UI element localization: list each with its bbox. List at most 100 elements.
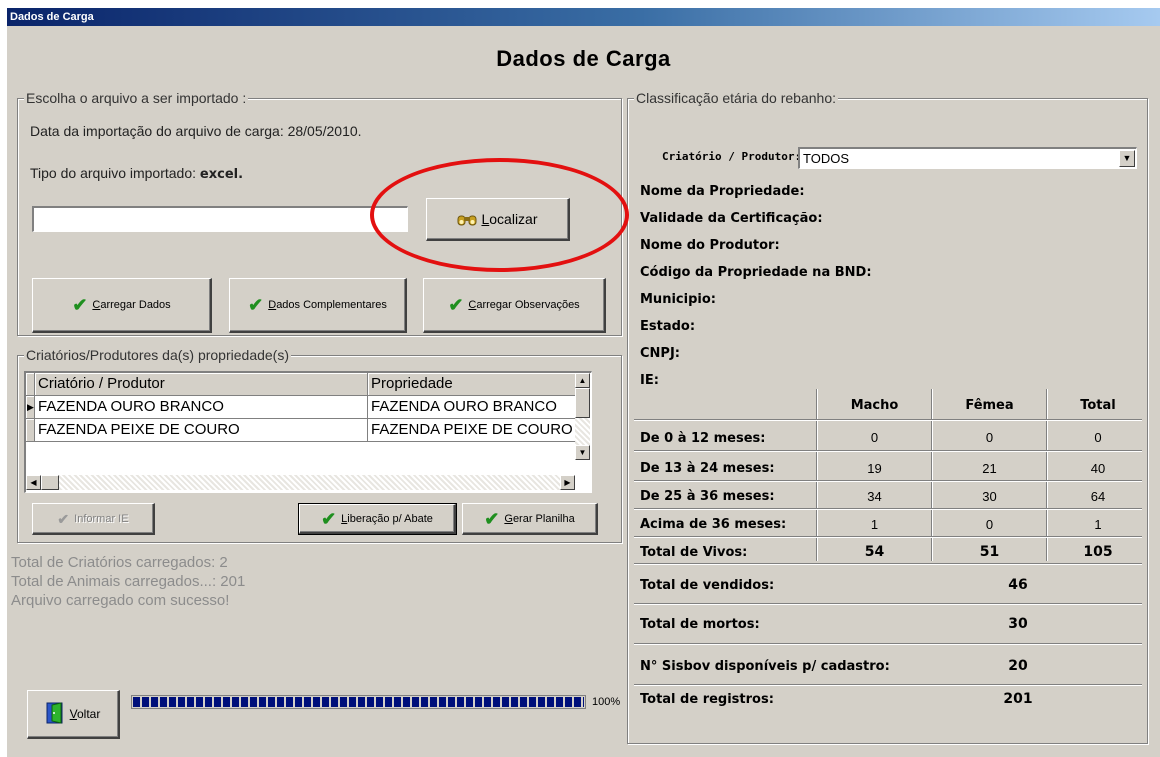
age-row-label: De 13 à 24 meses:	[640, 461, 775, 476]
field-municipio: Municipio:	[640, 292, 716, 307]
grid-cell-propriedade[interactable]: FAZENDA OURO BRANCO	[368, 396, 590, 419]
table-rule	[634, 684, 1142, 686]
status-message: Arquivo carregado com sucesso!	[11, 592, 230, 609]
app-window: Dados de Carga Dados de Carga Escolha o …	[7, 8, 1160, 757]
file-type-label: Tipo do arquivo importado:	[30, 165, 197, 181]
generate-sheet-label: Gerar Planilha	[504, 512, 575, 525]
complementary-data-button[interactable]: ✔ Dados Complementares	[229, 278, 407, 333]
grid-header-propriedade[interactable]: Propriedade	[368, 373, 590, 396]
table-rule	[634, 450, 1142, 452]
summary-label: N° Sisbov disponíveis p/ cadastro:	[640, 659, 890, 674]
summary-value: 201	[1003, 691, 1033, 707]
file-type-value: excel.	[199, 167, 244, 182]
progress-fill	[133, 697, 584, 707]
classification-group-legend: Classificação etária do rebanho:	[634, 90, 839, 106]
page-title: Dados de Carga	[496, 46, 671, 71]
highlight-annotation-oval	[370, 158, 629, 272]
table-rule	[634, 563, 1142, 565]
summary-label: Total de mortos:	[640, 617, 760, 632]
status-total-animais: Total de Animais carregados...: 201	[11, 573, 246, 590]
complementary-data-label: Dados Complementares	[268, 299, 387, 311]
table-rule	[634, 419, 1142, 421]
age-cell-macho: 19	[867, 461, 882, 476]
informar-ie-button[interactable]: ✔ Informar IE	[32, 503, 155, 535]
current-row-indicator-icon: ▶	[26, 396, 35, 419]
file-type-line: Tipo do arquivo importado: excel.	[30, 165, 243, 182]
field-codigo-bnd: Código da Propriedade na BND:	[640, 265, 872, 280]
grid-header-row: Criatório / Produtor Propriedade	[26, 373, 590, 396]
producers-group-legend: Criatórios/Produtores da(s) propriedade(…	[24, 347, 291, 363]
import-group-legend: Escolha o arquivo a ser importado :	[24, 90, 249, 106]
check-icon: ✔	[57, 510, 70, 527]
release-slaughter-button[interactable]: ✔ Liberação p/ Abate	[298, 503, 457, 535]
grid-cell-produtor[interactable]: FAZENDA OURO BRANCO	[35, 396, 368, 419]
table-row[interactable]: ▶ FAZENDA OURO BRANCO FAZENDA OURO BRANC…	[26, 396, 590, 419]
field-nome-produtor: Nome do Produtor:	[640, 238, 780, 253]
age-cell-femea: 0	[985, 517, 994, 532]
classification-groupbox: Classificação etária do rebanho: Criatór…	[627, 90, 1148, 744]
age-cell-total: 0	[1094, 430, 1102, 445]
age-cell-femea: 21	[982, 461, 997, 476]
producers-groupbox: Criatórios/Produtores da(s) propriedade(…	[17, 347, 622, 543]
age-cell-macho: 0	[870, 430, 879, 445]
age-cell-femea: 30	[982, 489, 997, 504]
field-nome-propriedade: Nome da Propriedade:	[640, 184, 805, 199]
age-cell-macho: 34	[867, 489, 882, 504]
scroll-up-icon[interactable]: ▲	[575, 373, 590, 388]
vivos-total: 105	[1083, 544, 1113, 560]
table-row[interactable]: FAZENDA PEIXE DE COURO FAZENDA PEIXE DE …	[26, 419, 590, 442]
load-observations-label: Carregar Observações	[468, 299, 580, 311]
back-button-label: Voltar	[69, 707, 101, 721]
age-row-label: De 25 à 36 meses:	[640, 489, 775, 504]
field-validade-certificacao: Validade da Certificação:	[640, 211, 823, 226]
producer-select-value: TODOS	[803, 151, 849, 166]
col-header-femea: Fêmea	[965, 398, 1014, 413]
load-observations-button[interactable]: ✔ Carregar Observações	[423, 278, 606, 333]
summary-value: 30	[1008, 616, 1028, 632]
release-slaughter-label: Liberação p/ Abate	[341, 512, 433, 525]
col-header-macho: Macho	[850, 398, 899, 413]
field-estado: Estado:	[640, 319, 696, 334]
age-cell-macho: 1	[870, 517, 879, 532]
age-cell-femea: 0	[985, 430, 994, 445]
check-icon: ✔	[448, 295, 464, 315]
chevron-down-icon[interactable]: ▼	[1119, 150, 1135, 167]
table-rule	[634, 603, 1142, 605]
load-data-button[interactable]: ✔ Carregar Dados	[32, 278, 212, 333]
producer-select[interactable]: TODOS ▼	[798, 147, 1137, 169]
scroll-thumb-h[interactable]	[41, 475, 59, 490]
progress-percent: 100%	[592, 696, 621, 708]
producer-selector-label: Criatório / Produtor:	[662, 150, 802, 163]
exit-door-icon	[46, 701, 64, 727]
grid-corner	[26, 373, 35, 396]
age-cell-total: 64	[1090, 489, 1106, 504]
horizontal-scrollbar[interactable]	[26, 475, 575, 490]
scroll-thumb[interactable]	[575, 388, 590, 418]
table-rule	[634, 508, 1142, 510]
window-title: Dados de Carga	[10, 11, 94, 23]
summary-value: 20	[1008, 658, 1028, 674]
back-button[interactable]: Voltar	[27, 690, 120, 739]
table-rule	[634, 643, 1142, 645]
row-indicator	[26, 419, 35, 442]
check-icon: ✔	[321, 508, 337, 529]
age-cell-total: 40	[1090, 461, 1106, 476]
check-icon: ✔	[72, 295, 88, 315]
summary-label: Total de vendidos:	[640, 578, 775, 593]
summary-label: Total de registros:	[640, 692, 774, 707]
summary-value: 46	[1008, 577, 1028, 593]
scroll-left-icon[interactable]: ◀	[26, 475, 41, 490]
grid-cell-produtor[interactable]: FAZENDA PEIXE DE COURO	[35, 419, 368, 442]
load-data-label: Carregar Dados	[92, 299, 171, 311]
field-cnpj: CNPJ:	[640, 346, 680, 361]
status-total-criatorios: Total de Criatórios carregados: 2	[11, 554, 228, 571]
check-icon: ✔	[248, 295, 264, 315]
generate-sheet-button[interactable]: ✔ Gerar Planilha	[462, 503, 598, 535]
grid-header-produtor[interactable]: Criatório / Produtor	[35, 373, 368, 396]
scroll-right-icon[interactable]: ▶	[560, 475, 575, 490]
file-path-input[interactable]	[32, 206, 408, 232]
scroll-down-icon[interactable]: ▼	[575, 445, 590, 460]
progress-bar	[131, 695, 586, 709]
grid-cell-propriedade[interactable]: FAZENDA PEIXE DE COURO	[368, 419, 590, 442]
age-cell-total: 1	[1094, 517, 1102, 532]
